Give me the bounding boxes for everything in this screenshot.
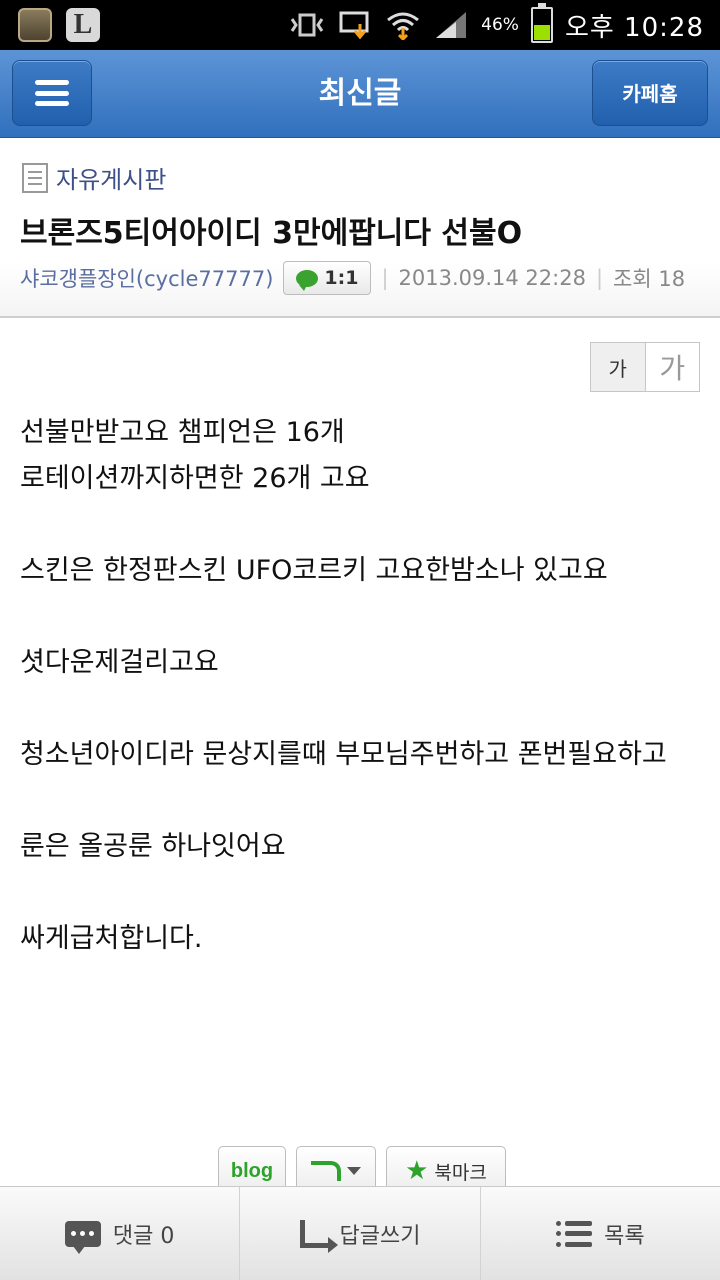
view-count: 조회 18 [613, 267, 686, 291]
list-button[interactable]: 목록 [481, 1187, 720, 1280]
chat-bubble-icon [296, 269, 319, 291]
cafe-home-button[interactable]: 카페홈 [592, 60, 708, 126]
post-body-line [20, 778, 710, 824]
list-icon [556, 1220, 593, 1247]
font-size-toggle: 가 가 [590, 342, 700, 392]
one-on-one-chat-button[interactable]: 1:1 [283, 261, 372, 295]
post-body-line: 셧다운제걸리고요 [20, 647, 219, 678]
post-body-line: 선불만받고요 챔피언은 16개 [20, 417, 345, 448]
bottom-toolbar: 댓글 0 답글쓰기 목록 [0, 1186, 720, 1280]
post-body: 선불만받고요 챔피언은 16개 로테이션까지하면한 26개 고요 스킨은 한정판… [20, 410, 710, 962]
chat-label: 1:1 [324, 267, 359, 289]
status-bar-notifications: L [18, 8, 100, 42]
reply-button[interactable]: 답글쓰기 [240, 1187, 481, 1280]
post-body-line [20, 502, 710, 548]
meta-separator: | [595, 266, 604, 290]
forward-arrow-icon [311, 1161, 341, 1181]
post-body-line: 로테이션까지하면한 26개 고요 [20, 463, 370, 494]
app-header: 최신글 카페홈 [0, 50, 720, 138]
post-datetime: 2013.09.14 22:28 [398, 266, 586, 290]
menu-button[interactable] [12, 60, 92, 126]
post-body-line: 싸게급처합니다. [20, 923, 203, 954]
post-header: 자유게시판 브론즈5티어아이디 3만에팝니다 선불O 샤코갱플장인(cycle7… [0, 138, 720, 318]
status-bar: L 46% 오후 10:28 [0, 0, 720, 50]
post-meta: 샤코갱플장인(cycle77777) 1:1 | 2013.09.14 22:2… [20, 260, 685, 296]
tea-app-icon [18, 8, 52, 42]
post-body-line: 청소년아이디라 문상지를때 부모님주번하고 폰번필요하고 [20, 739, 667, 770]
board-name: 자유게시판 [56, 166, 167, 194]
vibrate-icon [289, 10, 325, 40]
l-app-icon: L [66, 8, 100, 42]
comment-button[interactable]: 댓글 0 [0, 1187, 241, 1280]
meta-separator: | [381, 266, 389, 290]
signal-icon [433, 10, 469, 40]
font-size-large-button[interactable]: 가 [646, 343, 700, 391]
post-title: 브론즈5티어아이디 3만에팝니다 선불O [20, 216, 523, 251]
post-body-line [20, 594, 710, 640]
board-link[interactable]: 자유게시판 [22, 160, 166, 195]
battery-percent: 46% [481, 15, 519, 35]
battery-icon [530, 3, 553, 43]
hamburger-icon [35, 80, 69, 106]
chevron-down-icon [347, 1167, 361, 1175]
download-icon [337, 10, 373, 40]
comment-label: 댓글 0 [112, 1223, 175, 1249]
status-bar-system: 46% 오후 10:28 [289, 3, 704, 44]
reply-label: 답글쓰기 [339, 1223, 421, 1249]
star-icon: ★ [405, 1156, 429, 1186]
clock: 오후 10:28 [564, 12, 704, 43]
wifi-icon [385, 10, 421, 40]
list-label: 목록 [604, 1223, 645, 1249]
post-body-line: 룬은 올공룬 하나잇어요 [20, 831, 286, 862]
blog-label: blog [230, 1159, 274, 1182]
post-body-line [20, 686, 710, 732]
post-body-line: 스킨은 한정판스킨 UFO코르키 고요한밤소나 있고요 [20, 555, 608, 586]
font-size-small-button[interactable]: 가 [591, 343, 646, 391]
battery-level [533, 25, 550, 40]
document-icon [22, 162, 48, 193]
author-link[interactable]: 샤코갱플장인(cycle77777) [20, 263, 273, 293]
bookmark-label: 북마크 [434, 1161, 487, 1184]
post-body-line [20, 870, 710, 916]
reply-arrow-icon [299, 1219, 338, 1253]
comment-icon [64, 1220, 101, 1254]
